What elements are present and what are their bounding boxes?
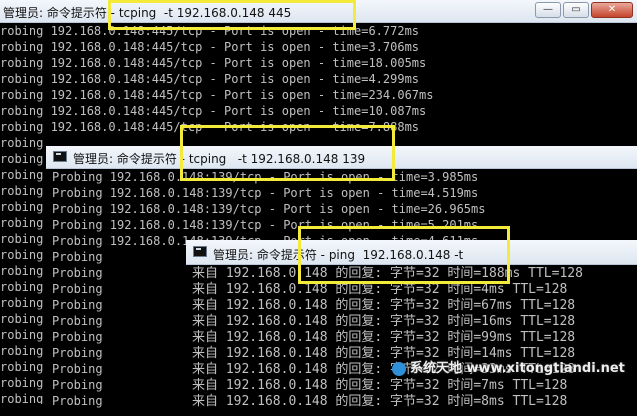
console-line: 来自 192.168.0.148 的回复: 字节=32 时间=7ms TTL=1… bbox=[192, 378, 568, 393]
console-line: Probing 192.168.0.148:139/tcp - Port is … bbox=[52, 218, 479, 232]
minimize-button[interactable]: — bbox=[535, 2, 561, 18]
console-line: 来自 192.168.0.148 的回复: 字节=32 时间=16ms TTL=… bbox=[192, 314, 576, 329]
console-line: robing 192.168.0.148:445/tcp - Port is o… bbox=[0, 24, 420, 38]
console-line: robing 192.168.0.148:445/tcp - Port is o… bbox=[0, 56, 427, 70]
cmd-icon bbox=[193, 246, 207, 257]
console-output[interactable]: 来自 192.168.0.148 的回复: 字节=32 时间=188ms TTL… bbox=[192, 266, 637, 410]
window-title: 管理员: 命令提示符 - ping 192.168.0.148 -t bbox=[213, 248, 464, 262]
restore-button[interactable]: ▭ bbox=[563, 2, 589, 18]
console-line: 来自 192.168.0.148 的回复: 字节=32 时间=4ms TTL=1… bbox=[192, 282, 568, 297]
console-line: 来自 192.168.0.148 的回复: 字节=32 时间=188ms TTL… bbox=[192, 266, 583, 281]
window-controls: — ▭ ✕ bbox=[535, 2, 633, 18]
console-line: robing 192.168.0.148:445/tcp - Port is o… bbox=[0, 72, 420, 86]
window-title: 管理员: 命令提示符 - tcping -t 192.168.0.148 139 bbox=[73, 152, 366, 166]
console-line: 来自 192.168.0.148 的回复: 字节=32 时间=67ms TTL=… bbox=[192, 298, 576, 313]
close-button[interactable]: ✕ bbox=[591, 2, 633, 18]
title-bar[interactable]: 管理员: 命令提示符 - tcping -t 192.168.0.148 139 bbox=[46, 146, 637, 169]
cmd-window-ping[interactable]: 管理员: 命令提示符 - ping 192.168.0.148 -t 来自 19… bbox=[186, 240, 637, 410]
console-line: Probing 192.168.0.148:139/tcp - Port is … bbox=[52, 170, 479, 184]
title-bar[interactable]: 管理员: 命令提示符 - tcping -t 192.168.0.148 445… bbox=[0, 0, 637, 23]
console-line: 来自 192.168.0.148 的回复: 字节=32 时间=8ms TTL=1… bbox=[192, 394, 568, 409]
watermark-logo-icon bbox=[392, 361, 406, 376]
console-line: Probing 192.168.0.148:139/tcp - Port is … bbox=[52, 186, 479, 200]
window-title: 管理员: 命令提示符 - tcping -t 192.168.0.148 445 bbox=[3, 6, 292, 20]
cmd-icon bbox=[53, 151, 67, 162]
console-line: robing 192.168.0.148:445/tcp - Port is o… bbox=[0, 40, 420, 54]
console-line: robing 192.168.0.148:445/tcp - Port is o… bbox=[0, 88, 434, 102]
console-line: 来自 192.168.0.148 的回复: 字节=32 时间=99ms TTL=… bbox=[192, 330, 576, 345]
console-line: Probing 192.168.0.148:139/tcp - Port is … bbox=[52, 202, 486, 216]
console-line: robing 192.168.0.148:445/tcp - Port is o… bbox=[0, 104, 427, 118]
watermark: 系统天地 www.xitongtiandi.net bbox=[392, 357, 625, 376]
console-line: robing 192.168.0.148:445/tcp - Port is o… bbox=[0, 120, 420, 134]
title-bar[interactable]: 管理员: 命令提示符 - ping 192.168.0.148 -t bbox=[186, 240, 637, 265]
